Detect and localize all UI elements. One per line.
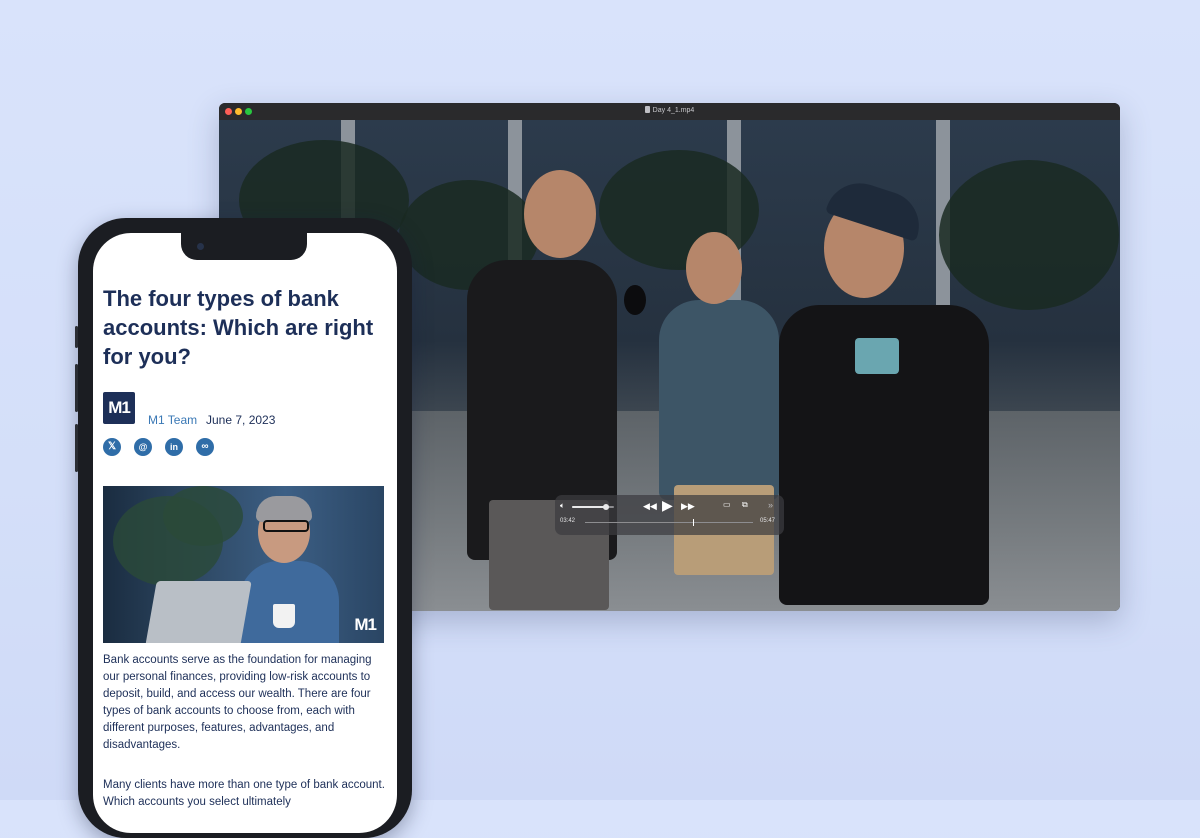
palm-tree (939, 160, 1119, 310)
window-title: Day 4_1.mp4 (219, 106, 1120, 114)
person-middle-head (686, 232, 742, 304)
document-icon (644, 106, 650, 113)
total-time: 05:47 (760, 518, 776, 524)
article-title: The four types of bank accounts: Which a… (103, 286, 374, 369)
scrubber-playhead[interactable] (692, 519, 694, 526)
hero-man-hair (256, 496, 312, 522)
volume-slider[interactable] (572, 504, 614, 510)
playback-controls: 🔈︎ ◀◀ ▶ ▶▶ ▭ ⧉ » 03:42 05:47 (555, 495, 784, 535)
microphone (624, 285, 646, 315)
article-hero-image: M1 (103, 486, 384, 643)
phone-notch (181, 233, 307, 260)
phone-mockup: The four types of bank accounts: Which a… (75, 218, 412, 838)
hero-glasses (263, 520, 309, 532)
link-icon[interactable]: ∞ (196, 438, 214, 456)
shirt-graphic (855, 338, 899, 374)
picture-in-picture-icon[interactable]: ⧉ (742, 500, 748, 510)
publish-date: June 7, 2023 (206, 413, 276, 427)
author-link[interactable]: M1 Team (148, 413, 197, 427)
threads-icon[interactable]: @ (134, 438, 152, 456)
rewind-icon[interactable]: ◀◀ (643, 501, 657, 511)
person-left-head (524, 170, 596, 258)
article-paragraph-2: Many clients have more than one type of … (103, 779, 385, 808)
scrubber-track[interactable] (585, 519, 753, 526)
play-icon[interactable]: ▶ (662, 498, 673, 512)
hero-plant (163, 486, 243, 546)
hero-man-body (239, 561, 339, 643)
volume-slider-fill (572, 506, 606, 508)
article-paragraph-1: Bank accounts serve as the foundation fo… (103, 654, 372, 751)
phone-volume-up (75, 364, 78, 412)
person-middle (659, 300, 779, 500)
hero-laptop (145, 581, 252, 643)
phone-screen: The four types of bank accounts: Which a… (93, 233, 397, 833)
linkedin-icon[interactable]: in (165, 438, 183, 456)
volume-icon[interactable]: 🔈︎ (560, 501, 565, 511)
volume-slider-knob[interactable] (602, 504, 609, 510)
front-camera (197, 243, 204, 250)
airplay-icon[interactable]: ▭ (723, 500, 731, 510)
x-icon[interactable]: 𝕏 (103, 438, 121, 456)
fast-forward-icon[interactable]: ▶▶ (681, 501, 695, 511)
hero-coffee-cup (273, 604, 295, 628)
title-bar: Day 4_1.mp4 (219, 103, 1120, 121)
more-options-icon[interactable]: » (768, 500, 773, 510)
window-title-text: Day 4_1.mp4 (652, 107, 695, 114)
current-time: 03:42 (560, 518, 576, 524)
phone-silent-switch (75, 326, 78, 348)
author-avatar: M1 (103, 392, 135, 424)
hero-m1-logo: M1 (354, 615, 377, 634)
phone-volume-down (75, 424, 78, 472)
